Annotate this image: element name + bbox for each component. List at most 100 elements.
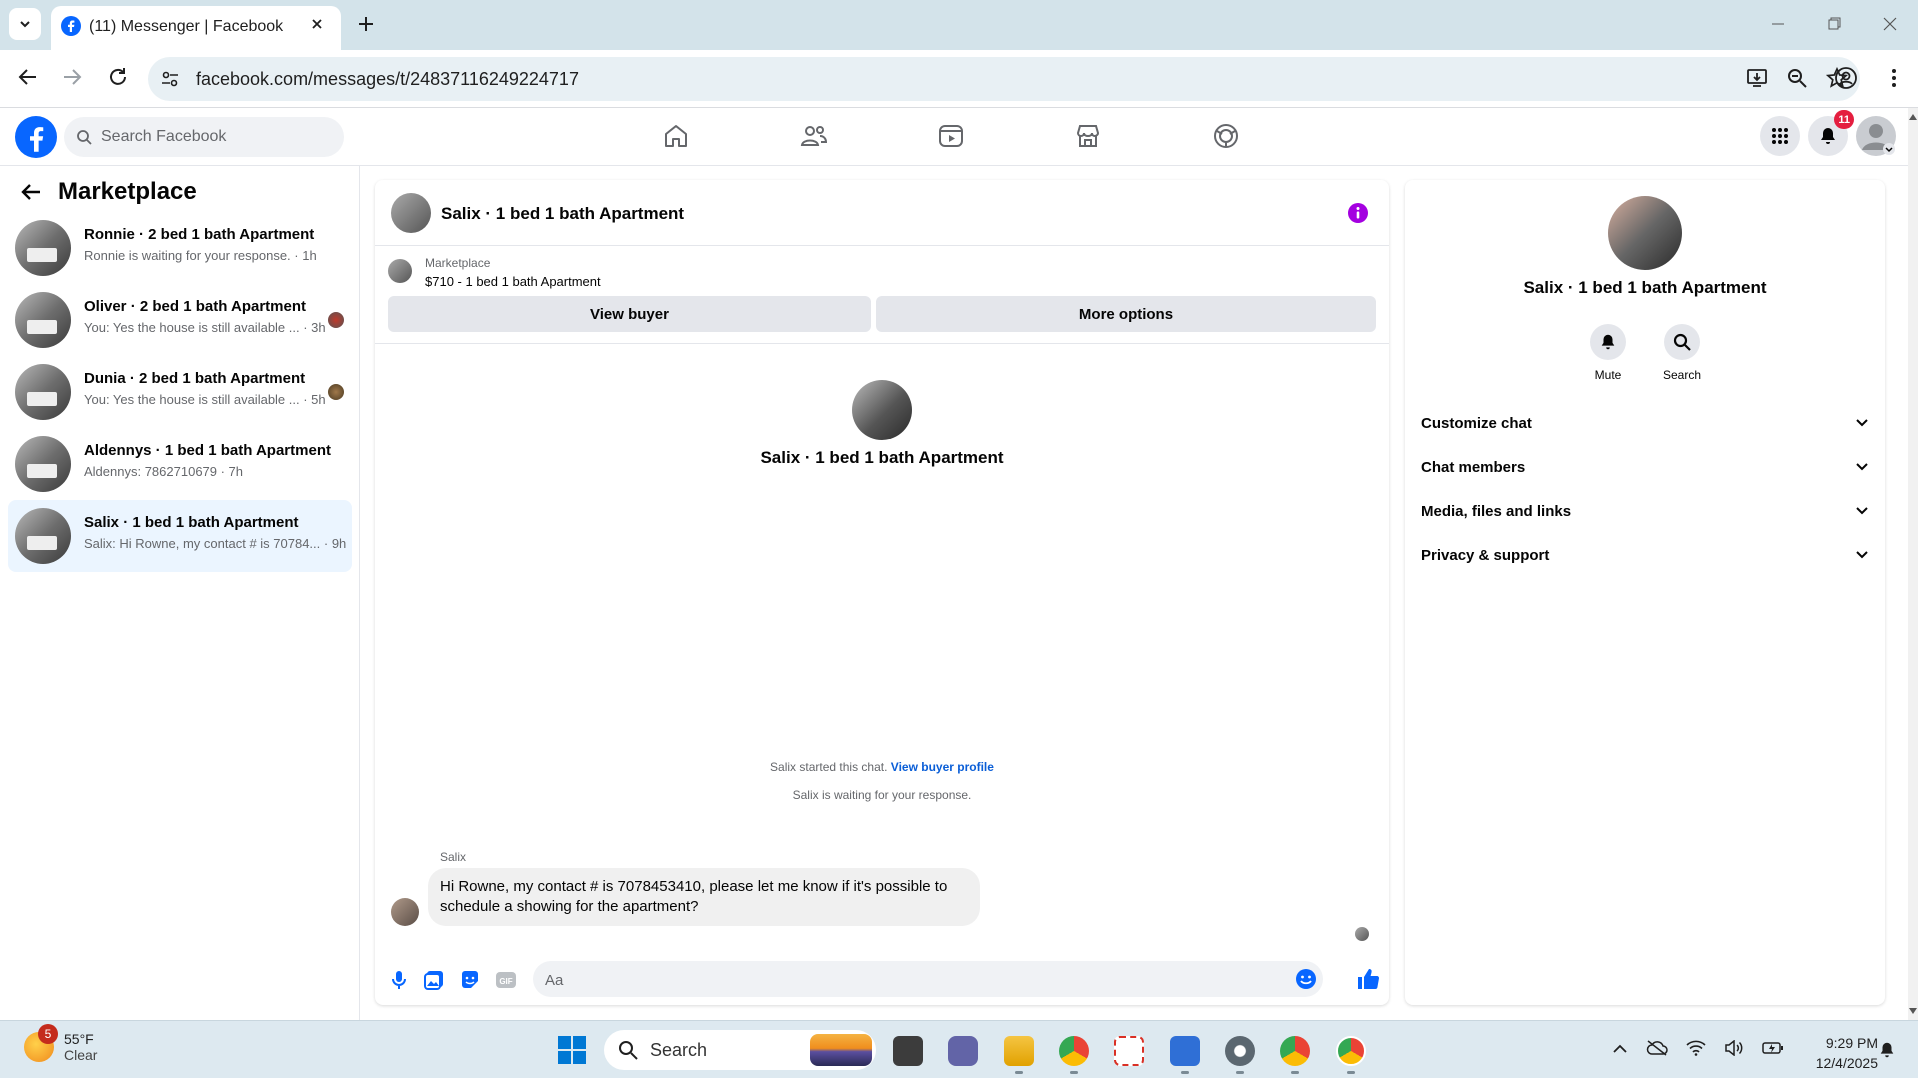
notifications-bell-icon[interactable]: 11 (1808, 110, 1854, 156)
weather-widget[interactable]: 5 55°F Clear (24, 1024, 97, 1063)
scroll-down-arrow-icon[interactable] (1909, 1008, 1917, 1014)
conversation-item-active[interactable]: Salix · 1 bed 1 bath Apartment Salix: Hi… (8, 500, 352, 572)
chat-members-section[interactable]: Chat members (1421, 445, 1869, 489)
home-icon[interactable] (663, 123, 689, 149)
privacy-support-section[interactable]: Privacy & support (1421, 533, 1869, 577)
taskbar-search[interactable]: Search (604, 1030, 876, 1070)
account-avatar-icon[interactable] (1856, 116, 1896, 156)
conversation-preview: Ronnie is waiting for your response. · 1… (84, 248, 317, 263)
chrome-profile-icon[interactable] (1336, 1036, 1366, 1066)
settings-gear-icon[interactable] (1225, 1036, 1255, 1066)
page-scrollbar[interactable] (1908, 108, 1918, 1020)
chevron-up-icon[interactable] (1612, 1042, 1628, 1054)
running-indicator (1291, 1071, 1299, 1074)
gaming-icon[interactable] (1213, 123, 1239, 149)
menu-grid-icon[interactable] (1760, 116, 1800, 156)
customize-chat-section[interactable]: Customize chat (1421, 401, 1869, 445)
tab-search-dropdown-button[interactable] (9, 8, 41, 40)
thumbs-up-icon[interactable] (1356, 967, 1380, 991)
view-buyer-profile-link[interactable]: View buyer profile (891, 760, 994, 774)
details-avatar[interactable] (1608, 196, 1682, 270)
conversation-item[interactable]: Ronnie · 2 bed 1 bath Apartment Ronnie i… (8, 212, 352, 284)
notification-bell-icon[interactable] (1878, 1041, 1896, 1059)
tab-title: (11) Messenger | Facebook (89, 18, 284, 35)
browser-profile-icon[interactable] (1834, 66, 1858, 90)
back-arrow-icon[interactable] (20, 181, 42, 203)
listing-title[interactable]: $710 - 1 bed 1 bath Apartment (425, 274, 601, 289)
more-options-button[interactable]: More options (876, 296, 1376, 332)
teams-icon[interactable] (948, 1036, 978, 1066)
photo-icon[interactable] (423, 969, 445, 991)
reload-icon[interactable] (106, 65, 130, 89)
gif-icon[interactable]: GIF (495, 969, 517, 991)
chevron-down-icon (1855, 462, 1869, 472)
conversation-avatar (15, 292, 71, 348)
new-tab-button[interactable] (352, 10, 380, 38)
zoom-icon[interactable] (1786, 67, 1808, 89)
facebook-search-input[interactable]: Search Facebook (64, 117, 344, 157)
chrome-profile-icon[interactable] (1280, 1036, 1310, 1066)
message-input[interactable]: Aa (533, 961, 1323, 997)
install-app-icon[interactable] (1746, 67, 1768, 89)
browser-tab-bar: (11) Messenger | Facebook (0, 0, 1918, 50)
conversation-item[interactable]: Oliver · 2 bed 1 bath Apartment You: Yes… (8, 284, 352, 356)
browser-tab[interactable]: (11) Messenger | Facebook (51, 6, 341, 50)
chrome-icon[interactable] (1059, 1036, 1089, 1066)
chat-title[interactable]: Salix · 1 bed 1 bath Apartment (441, 204, 684, 224)
message-sender: Salix (440, 850, 467, 864)
media-files-links-section[interactable]: Media, files and links (1421, 489, 1869, 533)
task-view-icon[interactable] (893, 1036, 923, 1066)
microphone-icon[interactable] (389, 969, 409, 991)
mute-button[interactable]: Mute (1578, 324, 1638, 382)
conversation-item[interactable]: Aldennys · 1 bed 1 bath Apartment Aldenn… (8, 428, 352, 500)
message-bubble[interactable]: Hi Rowne, my contact # is 7078453410, pl… (428, 868, 980, 926)
conversation-item[interactable]: Dunia · 2 bed 1 bath Apartment You: Yes … (8, 356, 352, 428)
url-bar[interactable]: facebook.com/messages/t/2483711624922471… (148, 57, 1860, 101)
view-buyer-button[interactable]: View buyer (388, 296, 871, 332)
facebook-logo-icon[interactable] (15, 116, 57, 158)
scroll-up-arrow-icon[interactable] (1909, 114, 1917, 120)
browser-menu-icon[interactable] (1882, 66, 1906, 90)
weather-temperature: 55°F (64, 1031, 94, 1047)
forward-arrow-icon[interactable] (60, 65, 84, 89)
battery-icon[interactable] (1762, 1041, 1784, 1055)
chevron-down-icon (1855, 418, 1869, 428)
running-indicator (1181, 1071, 1189, 1074)
minimize-icon[interactable] (1750, 0, 1806, 48)
marketplace-icon[interactable] (1075, 123, 1101, 149)
video-icon[interactable] (938, 123, 964, 149)
weather-alert-badge: 5 (38, 1024, 58, 1044)
volume-icon[interactable] (1724, 1040, 1744, 1056)
sender-avatar[interactable] (391, 898, 419, 926)
mute-label: Mute (1594, 368, 1622, 382)
search-conversation-button[interactable]: Search (1652, 324, 1712, 382)
close-tab-icon[interactable] (309, 16, 325, 32)
site-info-icon[interactable] (160, 69, 180, 89)
sticker-icon[interactable] (459, 969, 481, 991)
system-clock[interactable]: 9:29 PM 12/4/2025 (1790, 1033, 1878, 1073)
friends-icon[interactable] (800, 123, 828, 149)
info-icon[interactable] (1347, 202, 1369, 224)
chat-details-panel: Salix · 1 bed 1 bath Apartment Mute Sear… (1405, 180, 1885, 1005)
emoji-icon[interactable] (1295, 968, 1317, 990)
back-arrow-icon[interactable] (16, 65, 40, 89)
url-text[interactable]: facebook.com/messages/t/2483711624922471… (196, 69, 579, 90)
search-icon (1664, 324, 1700, 360)
conversation-avatar (15, 220, 71, 276)
windows-start-icon[interactable] (556, 1034, 586, 1064)
chat-avatar[interactable] (391, 193, 431, 233)
conversation-avatar (15, 364, 71, 420)
wifi-icon[interactable] (1686, 1040, 1706, 1056)
started-text: Salix started this chat. (770, 760, 888, 774)
section-label: Chat members (1421, 458, 1526, 476)
message-composer: GIF Aa (375, 957, 1389, 1005)
snipping-tool-icon[interactable] (1114, 1036, 1144, 1066)
notepad-icon[interactable] (1170, 1036, 1200, 1066)
chat-profile-avatar (852, 380, 912, 440)
file-explorer-icon[interactable] (1004, 1036, 1034, 1066)
close-window-icon[interactable] (1862, 0, 1918, 48)
restore-icon[interactable] (1806, 0, 1862, 48)
cloud-off-icon[interactable] (1646, 1039, 1668, 1057)
facebook-header: Search Facebook 11 (0, 108, 1908, 166)
conversation-preview: Aldennys: 7862710679 · 7h (84, 464, 244, 479)
